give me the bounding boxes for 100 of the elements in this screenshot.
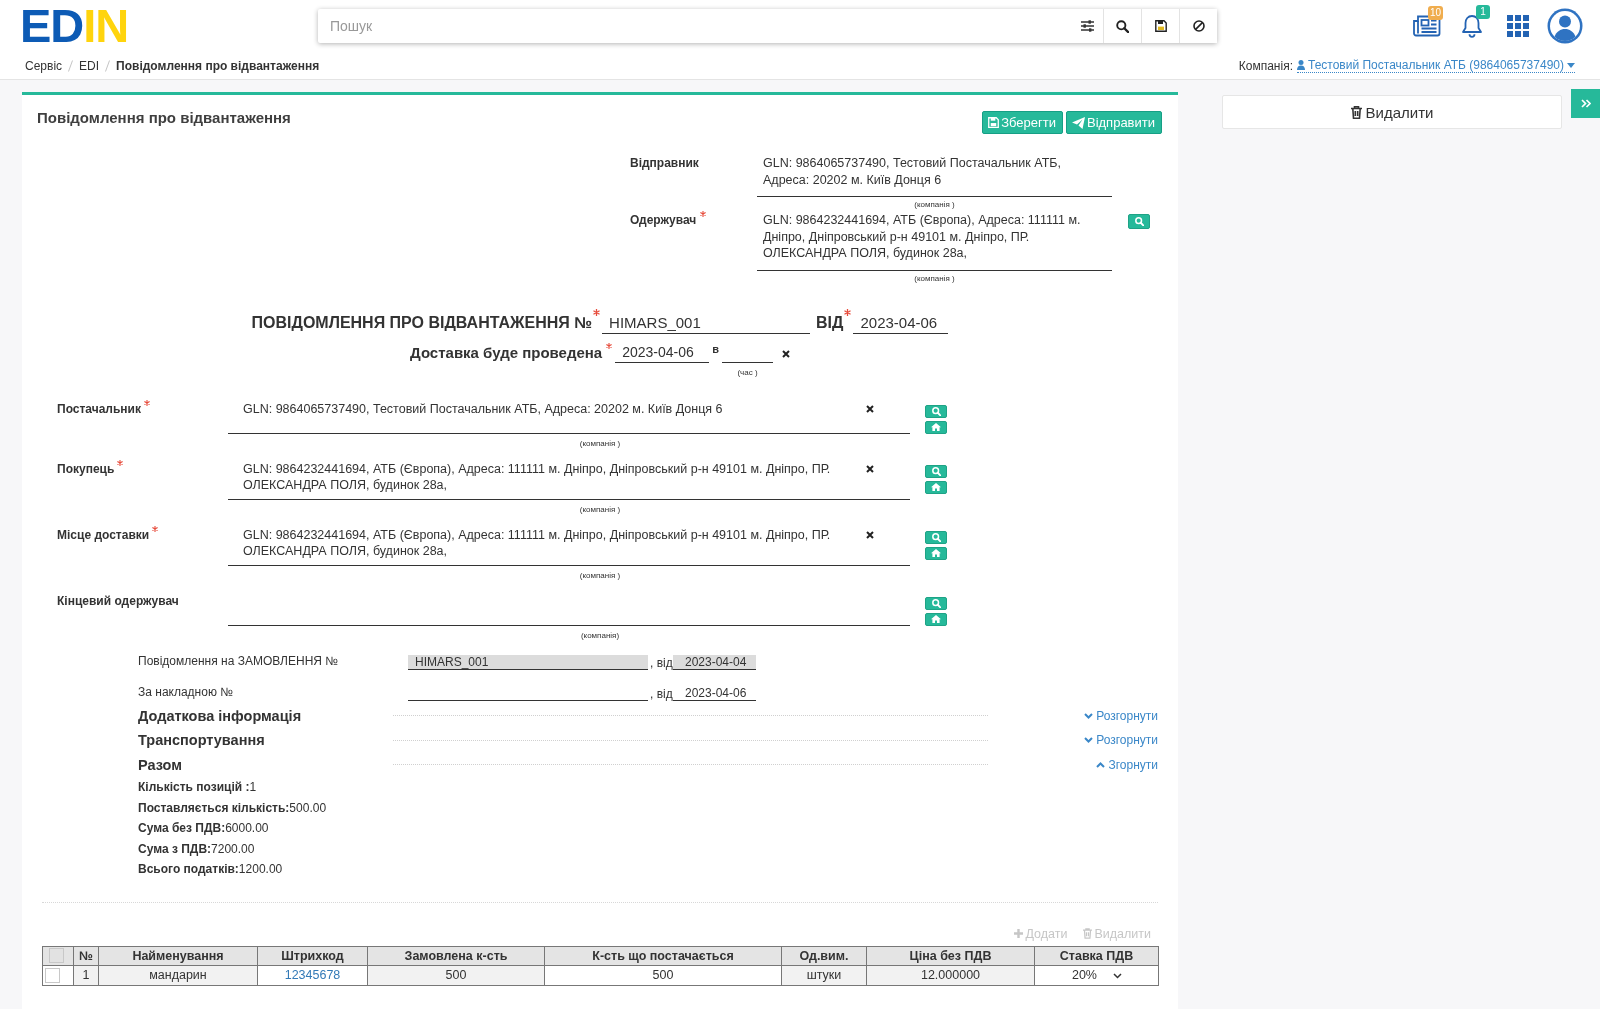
search-icon: [1134, 217, 1144, 226]
breadcrumb-link[interactable]: Сервіс: [25, 58, 63, 73]
search-icon: [931, 532, 941, 542]
date-field[interactable]: 2023-04-06: [673, 685, 756, 701]
section-title: Разом: [138, 756, 183, 773]
home-icon: [931, 549, 941, 557]
double-chevron-icon: [1580, 99, 1591, 108]
search-field[interactable]: Пошук: [318, 9, 1072, 43]
reset-button[interactable]: [1179, 9, 1217, 43]
count-badge: 1: [1476, 5, 1490, 19]
breadcrumb-link[interactable]: EDI: [79, 58, 100, 73]
chevron-down-icon: [1113, 973, 1122, 979]
company-field[interactable]: GLN: 9864232441694, АТБ (Європа), Адреса: 111111 м. Дніпро, Дніпровський р-н 49101 м. Дніпро, ПР. ОЛЕКСАНДРА ПОЛЯ, будинок 28а,: [228, 460, 910, 500]
home-icon: [931, 615, 941, 623]
chevron-down-icon: [1084, 712, 1094, 719]
date-label: ВІД: [816, 312, 844, 333]
avatar-icon[interactable]: [1547, 8, 1583, 44]
time-label: в: [712, 342, 719, 355]
filter-button[interactable]: [1072, 9, 1103, 43]
field-caption: (компанія ): [578, 570, 622, 581]
cross-icon[interactable]: [781, 349, 790, 358]
search-icon: [931, 466, 941, 476]
date-field[interactable]: 2023-04-06: [615, 342, 710, 363]
toggle-link[interactable]: Згорнути: [1096, 757, 1158, 772]
total-line: Кількість позицій :1: [138, 779, 258, 796]
toggle-link[interactable]: Розгорнути: [1084, 733, 1158, 748]
field-caption: (компанія): [579, 630, 621, 641]
column-header: Ціна без ПДВ: [866, 946, 1035, 965]
field-label: За накладною №: [138, 684, 235, 700]
search-icon: [931, 598, 941, 608]
checkbox[interactable]: [49, 948, 64, 963]
plus-icon: [1014, 929, 1024, 938]
slash-icon: [68, 59, 74, 72]
search-icon: [931, 406, 941, 416]
total-line: Поставляється кількість:500.00: [138, 799, 328, 817]
company-field[interactable]: GLN: 9864065737490, Тестовий Постачальник АТБ, Адреса: 20202 м. Київ Донця 6: [757, 155, 1112, 197]
field-caption: (час ): [737, 367, 758, 378]
newspaper-icon[interactable]: [1413, 15, 1441, 37]
number-field[interactable]: HIMARS_001: [408, 654, 648, 670]
total-line: Сума без ПДВ:6000.00: [138, 820, 270, 837]
field-label: Повідомлення на ЗАМОВЛЕННЯ №: [138, 653, 340, 669]
section-title: Додаткова інформація: [138, 707, 303, 724]
slash-icon: [105, 59, 111, 72]
home-button[interactable]: [925, 612, 947, 626]
document-heading: ПОВІДОМЛЕННЯ ПРО ВІДВАНТАЖЕННЯ №: [251, 312, 593, 333]
field-caption: (компанія ): [913, 199, 956, 211]
field-caption: (компанія ): [578, 504, 622, 515]
document-title: Повідомлення про відвантаження: [37, 109, 291, 127]
trash-icon: [1083, 928, 1093, 939]
home-button[interactable]: [925, 546, 947, 560]
company-field[interactable]: GLN: 9864065737490, Тестовий Постачальник АТБ, Адреса: 20202 м. Київ Донця 6: [228, 400, 910, 434]
company-link[interactable]: Тестовий Постачальник АТБ (9864065737490): [1297, 58, 1575, 73]
home-button[interactable]: [925, 420, 947, 434]
home-icon: [931, 423, 941, 431]
company-field[interactable]: GLN: 9864232441694, АТБ (Європа), Адреса: 111111 м. Дніпро, Дніпровський р-н 49101 м. Дніпро, ПР. ОЛЕКСАНДРА ПОЛЯ, будинок 28а,: [757, 212, 1112, 271]
quantity-field[interactable]: 500: [544, 965, 782, 985]
cross-icon[interactable]: [866, 530, 874, 539]
column-header: №: [73, 946, 99, 965]
home-icon: [931, 483, 941, 491]
search-icon: [1116, 19, 1129, 33]
chevron-down-icon: [1084, 737, 1094, 744]
date-label: , від: [649, 655, 673, 670]
field-label: Постачальник: [57, 400, 141, 418]
checkbox[interactable]: [45, 967, 60, 983]
column-header: К-сть що постачається: [544, 946, 782, 965]
save-search-button[interactable]: [1141, 9, 1179, 43]
caret-down-icon: [1567, 62, 1575, 68]
field-label: Відправник: [630, 155, 699, 171]
field-caption: (компанія ): [913, 272, 956, 285]
apps-grid-icon[interactable]: [1507, 15, 1529, 37]
toggle-link[interactable]: Розгорнути: [1084, 708, 1158, 723]
number-field[interactable]: HIMARS_001: [602, 311, 811, 334]
delivery-label: Доставка буде проведена: [410, 342, 603, 363]
section-title: Транспортування: [138, 732, 266, 749]
vat-rate-select[interactable]: 20%: [1034, 965, 1159, 985]
field-label: Місце доставки: [57, 526, 150, 544]
company-field[interactable]: GLN: 9864232441694, АТБ (Європа), Адреса: 111111 м. Дніпро, Дніпровський р-н 49101 м. Дніпро, ПР. ОЛЕКСАНДРА ПОЛЯ, будинок 28а,: [228, 526, 910, 566]
column-header: Ставка ПДВ: [1034, 946, 1159, 965]
delete-button[interactable]: Видалити: [1222, 95, 1562, 129]
search-bar[interactable]: Пошук: [318, 9, 1217, 43]
field-label: Одержувач: [630, 212, 697, 228]
field-label: Покупець: [57, 460, 115, 478]
field-label: Кінцевий одержувач: [57, 592, 179, 610]
bell-icon[interactable]: [1461, 14, 1483, 38]
logo[interactable]: EDIN: [20, 4, 130, 48]
block-icon: [1192, 20, 1205, 32]
breadcrumb-link[interactable]: Повідомлення про відвантаження: [116, 58, 320, 73]
cross-icon[interactable]: [866, 464, 874, 473]
date-label: , від: [649, 686, 673, 701]
company-label: Компанія:: [1238, 58, 1293, 73]
column-header: Замовлена к-сть: [367, 946, 545, 965]
sliders-icon: [1081, 20, 1094, 32]
count-badge: 10: [1428, 6, 1444, 20]
cross-icon[interactable]: [866, 404, 874, 413]
home-button[interactable]: [925, 480, 947, 494]
date-field[interactable]: 2023-04-04: [673, 654, 756, 670]
column-header: Од.вим.: [781, 946, 867, 965]
paper-plane-icon: [1071, 116, 1085, 129]
date-field[interactable]: 2023-04-06: [853, 311, 949, 334]
field-caption: (компанія ): [578, 438, 622, 449]
